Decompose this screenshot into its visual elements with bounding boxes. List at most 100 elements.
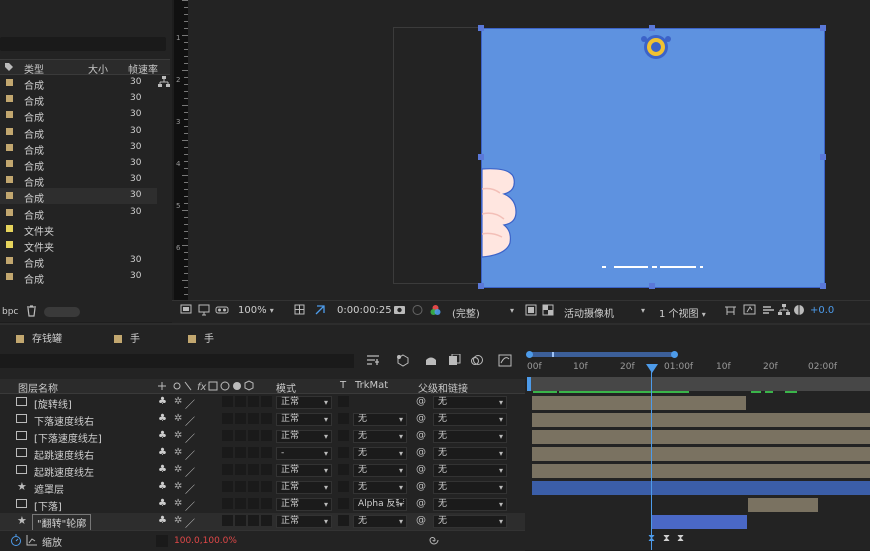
layer-row[interactable]: 起跳速度线左 ♣ ✲ ／ 正常 ▾ 无 ▾ @ 无 ▾ bbox=[0, 462, 525, 479]
blend-mode-select[interactable]: - ▾ bbox=[276, 447, 332, 460]
parent-select[interactable]: 无 ▾ bbox=[433, 396, 507, 409]
draft-3d-icon[interactable] bbox=[396, 354, 410, 370]
layer-bar-jump-left[interactable] bbox=[532, 464, 870, 478]
preserve-transparency-switch[interactable] bbox=[338, 430, 349, 441]
preserve-transparency-switch[interactable] bbox=[338, 413, 349, 424]
camera-select[interactable]: 活动摄像机 bbox=[564, 305, 614, 320]
track-matte-select[interactable]: 无 ▾ bbox=[353, 515, 407, 528]
shy-switch[interactable]: ♣ bbox=[158, 464, 167, 475]
column-type[interactable]: 类型 bbox=[24, 61, 44, 76]
show-snapshot-icon[interactable] bbox=[411, 304, 424, 319]
track-matte-select[interactable]: 无 ▾ bbox=[353, 413, 407, 426]
project-item[interactable]: 合成 30 bbox=[0, 188, 157, 205]
layer-row[interactable]: ★ "翻转"轮廓 ♣ ✲ ／ 正常 ▾ 无 ▾ @ 无 ▾ bbox=[0, 513, 525, 531]
always-preview-icon[interactable] bbox=[180, 304, 192, 319]
adjustment-switch[interactable] bbox=[248, 447, 259, 458]
color-channels-icon[interactable] bbox=[429, 304, 442, 319]
project-item[interactable]: 合成 30 bbox=[0, 124, 157, 141]
effects-switch[interactable] bbox=[222, 481, 233, 492]
work-area-bar[interactable] bbox=[527, 377, 870, 391]
transform-handle[interactable] bbox=[478, 25, 484, 31]
effects-switch[interactable] bbox=[222, 447, 233, 458]
layer-name[interactable]: [旋转线] bbox=[34, 396, 72, 411]
layer-search-input[interactable] bbox=[0, 354, 354, 368]
collapse-switch[interactable]: ✲ bbox=[174, 481, 182, 492]
project-item[interactable]: 文件夹 bbox=[0, 237, 157, 254]
parent-pick-whip-icon[interactable]: @ bbox=[416, 413, 426, 424]
shy-switch[interactable]: ♣ bbox=[158, 515, 167, 526]
parent-pick-whip-icon[interactable]: @ bbox=[416, 447, 426, 458]
project-item[interactable]: 合成 30 bbox=[0, 253, 157, 270]
track-matte-select[interactable]: 无 ▾ bbox=[353, 430, 407, 443]
quality-switch[interactable]: ／ bbox=[185, 498, 195, 513]
collapse-switch[interactable]: ✲ bbox=[174, 498, 182, 509]
shy-switch[interactable]: ♣ bbox=[158, 396, 167, 407]
layer-bar-fall-left[interactable] bbox=[532, 430, 870, 444]
quality-switch[interactable]: ／ bbox=[185, 481, 195, 496]
adjustment-switch[interactable] bbox=[248, 498, 259, 509]
adjustment-switch[interactable] bbox=[248, 396, 259, 407]
stopwatch-icon[interactable] bbox=[10, 534, 22, 549]
layer-row[interactable]: 起跳速度线右 ♣ ✲ ／ - ▾ 无 ▾ @ 无 ▾ bbox=[0, 445, 525, 462]
column-t[interactable]: T bbox=[340, 380, 346, 391]
preserve-transparency-switch[interactable] bbox=[338, 481, 349, 492]
adjustment-switch[interactable] bbox=[248, 464, 259, 475]
trash-icon[interactable] bbox=[26, 305, 37, 320]
graph-editor-icon[interactable] bbox=[498, 354, 512, 370]
views-select[interactable]: 1 个视图 ▾ bbox=[659, 305, 706, 320]
shy-switch[interactable]: ♣ bbox=[158, 447, 167, 458]
collapse-switch[interactable]: ✲ bbox=[174, 447, 182, 458]
3d-switch[interactable] bbox=[261, 464, 272, 475]
grid-icon[interactable] bbox=[294, 304, 308, 319]
shy-switch[interactable]: ♣ bbox=[158, 498, 167, 509]
layer-bar-jump-right[interactable] bbox=[532, 447, 870, 461]
layer-row[interactable]: [下落速度线左] ♣ ✲ ／ 正常 ▾ 无 ▾ @ 无 ▾ bbox=[0, 428, 525, 445]
collapse-switch[interactable]: ✲ bbox=[174, 396, 182, 407]
collapse-switch[interactable]: ✲ bbox=[174, 464, 182, 475]
project-item[interactable]: 合成 30 bbox=[0, 75, 157, 92]
layer-name[interactable]: "翻转"轮廓 bbox=[32, 514, 92, 531]
preserve-transparency-switch[interactable] bbox=[338, 396, 349, 407]
track-matte-select[interactable]: 无 ▾ bbox=[353, 447, 407, 460]
3d-switch[interactable] bbox=[261, 481, 272, 492]
layer-name[interactable]: 起跳速度线左 bbox=[34, 464, 94, 479]
keyframe-icon[interactable]: ⧗ bbox=[677, 533, 684, 544]
transform-handle[interactable] bbox=[649, 25, 655, 31]
navigator-start-handle[interactable] bbox=[526, 351, 533, 358]
quality-switch[interactable]: ／ bbox=[185, 430, 195, 445]
column-mode[interactable]: 模式 bbox=[276, 380, 296, 395]
resolution-dropdown-arrow[interactable]: ▾ bbox=[510, 305, 514, 316]
3d-switch[interactable] bbox=[261, 430, 272, 441]
effects-switch[interactable] bbox=[222, 515, 233, 526]
label-tag-icon[interactable] bbox=[4, 62, 13, 71]
transform-handle[interactable] bbox=[478, 154, 484, 160]
3d-switch[interactable] bbox=[261, 413, 272, 424]
transform-handle[interactable] bbox=[820, 154, 826, 160]
3d-switch[interactable] bbox=[261, 447, 272, 458]
layer-bar-fall-right[interactable] bbox=[532, 413, 870, 427]
blend-mode-select[interactable]: 正常 ▾ bbox=[276, 413, 332, 426]
parent-select[interactable]: 无 ▾ bbox=[433, 498, 507, 511]
blend-mode-select[interactable]: 正常 ▾ bbox=[276, 515, 332, 528]
parent-select[interactable]: 无 ▾ bbox=[433, 481, 507, 494]
composition-navigator-icon[interactable] bbox=[366, 354, 380, 369]
fast-previews-icon[interactable] bbox=[743, 304, 756, 319]
motion-blur-switch[interactable] bbox=[235, 515, 246, 526]
current-time-indicator-head[interactable] bbox=[646, 364, 658, 373]
column-parent[interactable]: 父级和链接 bbox=[418, 380, 468, 395]
layer-name[interactable]: 起跳速度线右 bbox=[34, 447, 94, 462]
collapse-switch[interactable]: ✲ bbox=[174, 515, 182, 526]
3d-switch[interactable] bbox=[261, 396, 272, 407]
parent-pick-whip-icon[interactable]: @ bbox=[416, 396, 426, 407]
parent-select[interactable]: 无 ▾ bbox=[433, 515, 507, 528]
tab-hand-2[interactable]: 手 bbox=[188, 330, 214, 345]
adjustment-switch[interactable] bbox=[248, 413, 259, 424]
project-item[interactable]: 合成 30 bbox=[0, 205, 157, 222]
3d-switch[interactable] bbox=[261, 498, 272, 509]
time-navigator[interactable] bbox=[528, 352, 676, 357]
motion-blur-switch[interactable] bbox=[235, 430, 246, 441]
preserve-transparency-switch[interactable] bbox=[338, 464, 349, 475]
layer-row[interactable]: ★ 遮罩层 ♣ ✲ ／ 正常 ▾ 无 ▾ @ 无 ▾ bbox=[0, 479, 525, 496]
quality-switch[interactable]: ／ bbox=[185, 515, 195, 530]
track-matte-select[interactable]: 无 ▾ bbox=[353, 464, 407, 477]
